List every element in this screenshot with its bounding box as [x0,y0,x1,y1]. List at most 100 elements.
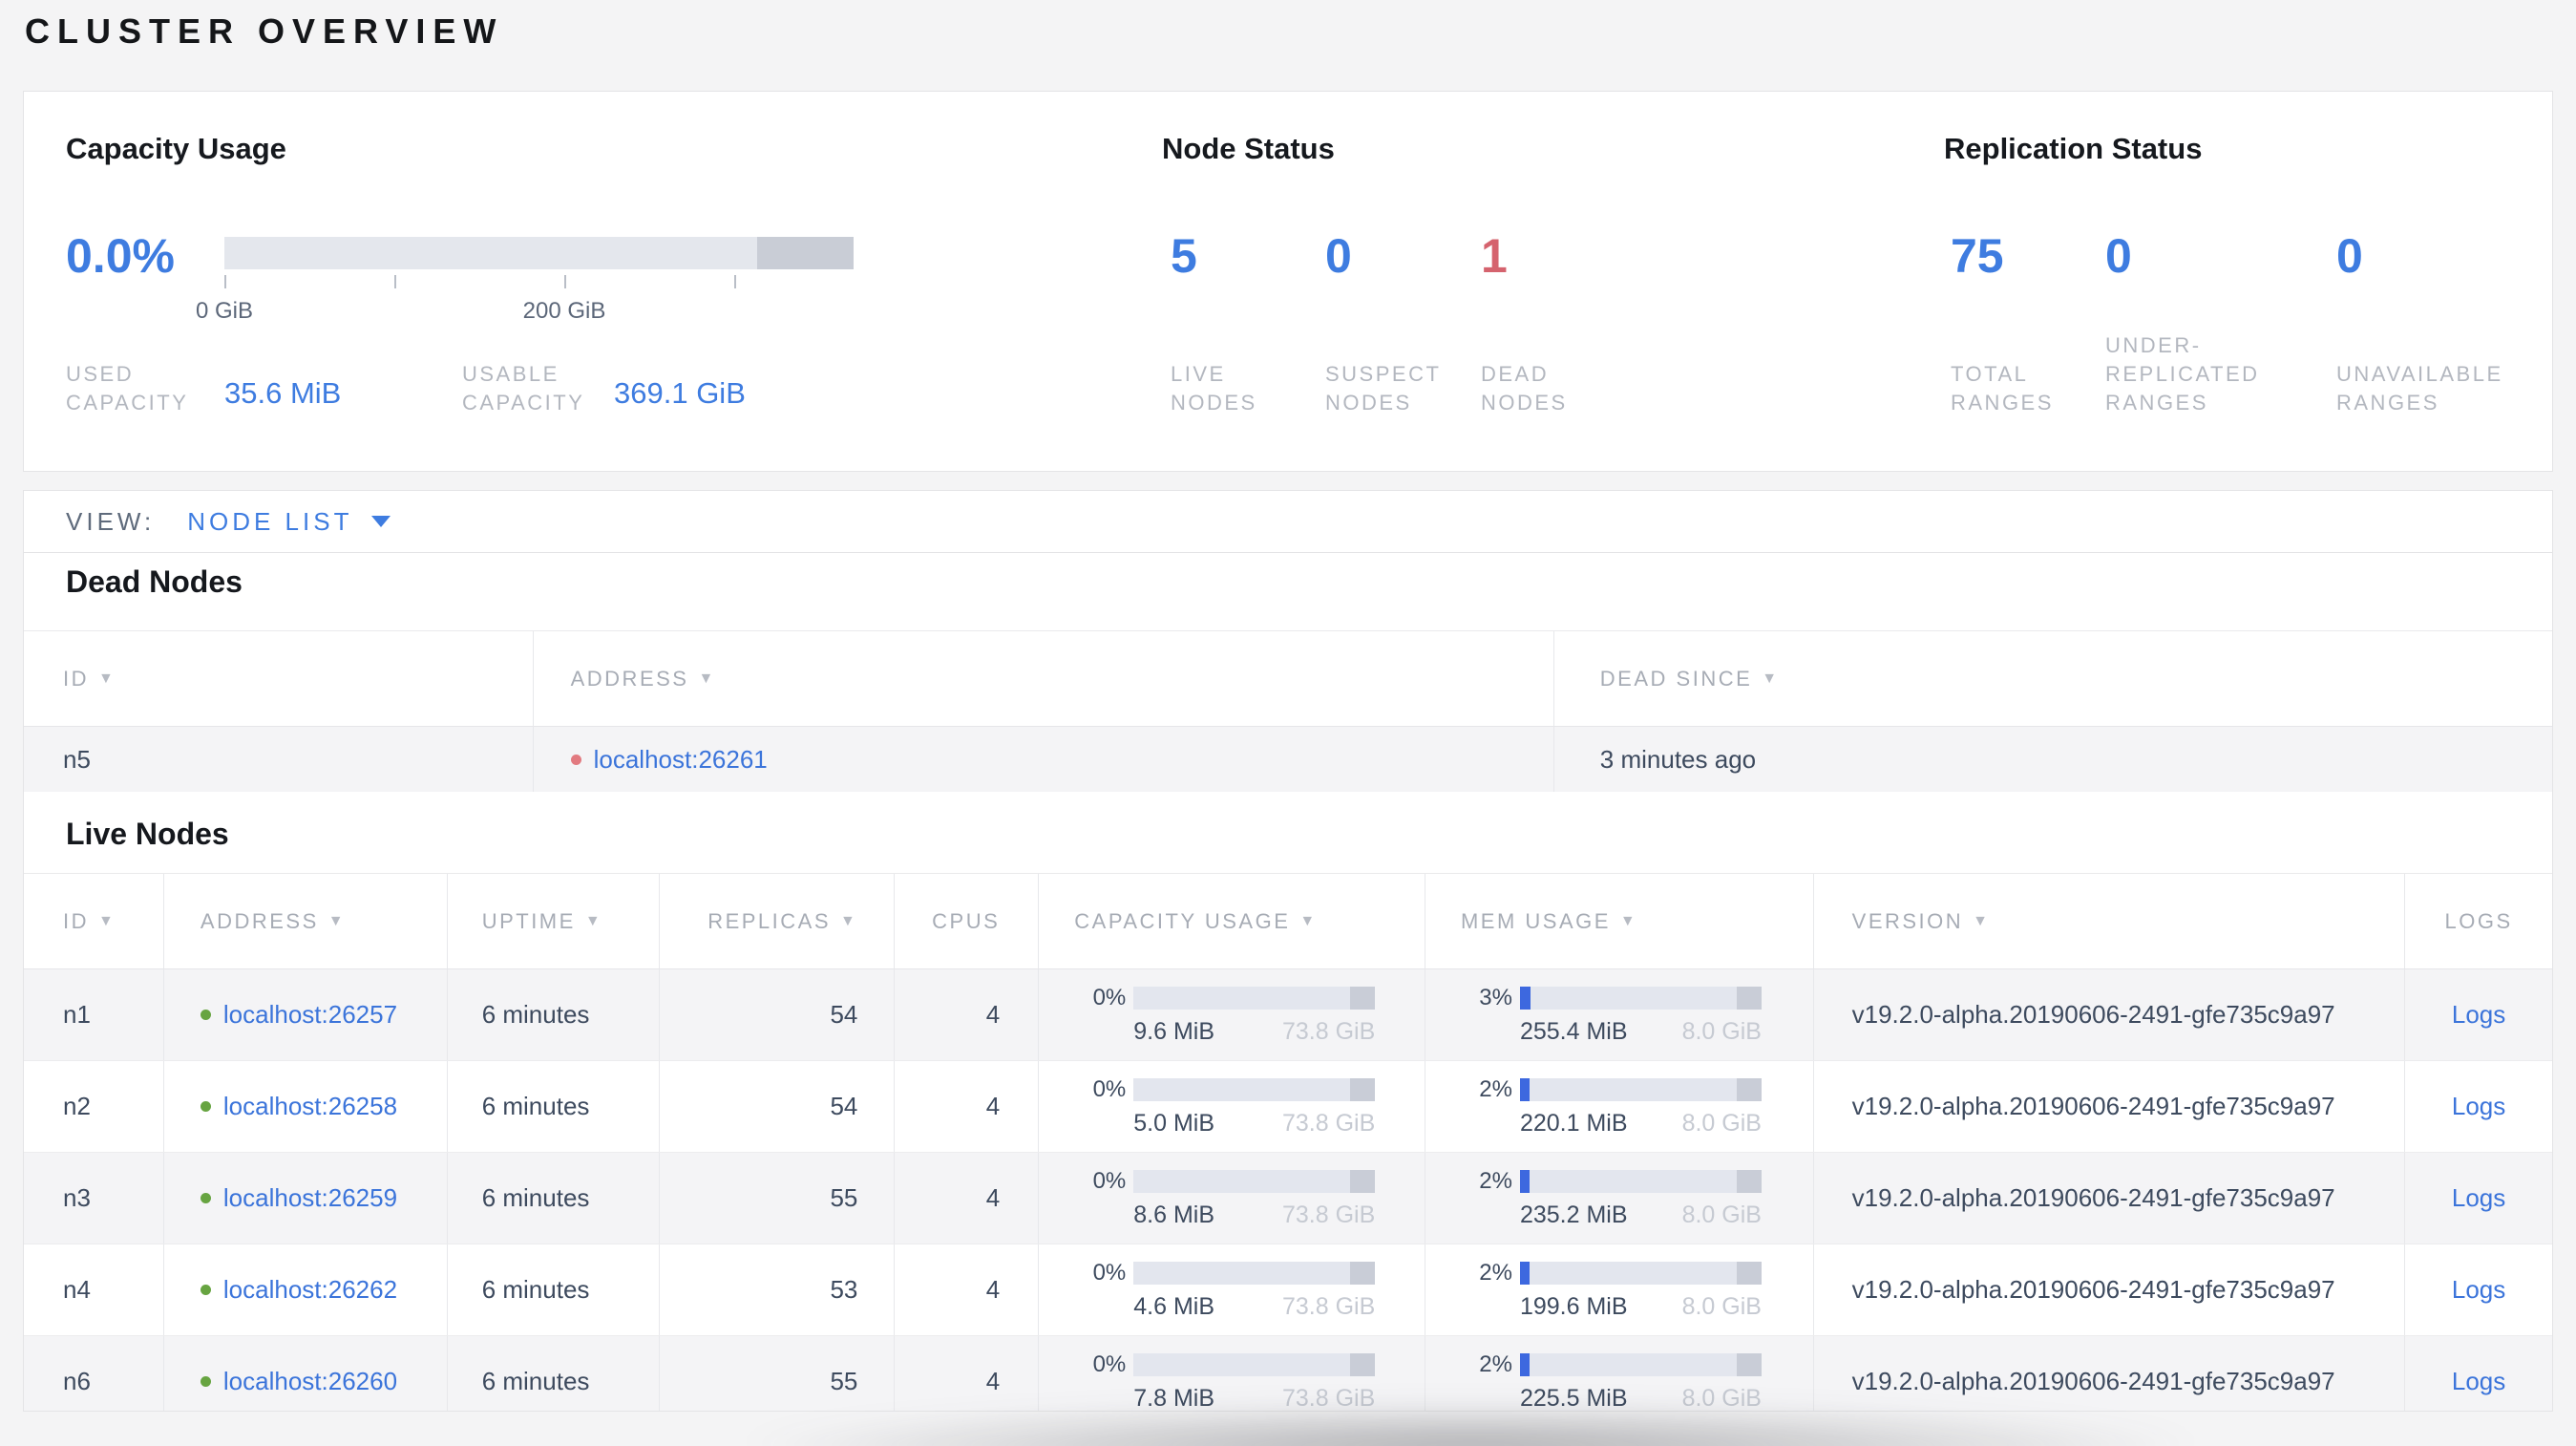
sort-arrow-icon: ▼ [327,912,347,929]
column-header-version[interactable]: VERSION ▼ [1814,874,2406,968]
node-mem-usage: 2% 220.1 MiB 8.0 GiB [1425,1061,1814,1152]
node-address-link[interactable]: localhost:26257 [223,1000,397,1030]
sort-arrow-icon: ▼ [1619,912,1638,929]
capacity-bar [1133,1352,1376,1376]
node-address-link[interactable]: localhost:26261 [594,745,768,775]
capacity-usage-title: Capacity Usage [66,132,286,165]
logs-link[interactable]: Logs [2452,1275,2505,1305]
mem-bar [1519,1261,1762,1285]
node-live-dot [200,1376,211,1387]
axis-tick [734,275,736,288]
sort-arrow-icon: ▼ [840,912,858,929]
view-label: VIEW: [66,506,156,536]
column-header-capacity-usage[interactable]: CAPACITY USAGE ▼ [1039,874,1425,968]
capacity-used: 9.6 MiB [1133,1017,1215,1045]
column-header-address[interactable]: ADDRESS ▼ [164,874,448,968]
mem-bar [1519,1077,1762,1101]
capacity-percent: 0% [1092,1259,1127,1286]
node-logs-cell: Logs [2405,1336,2552,1411]
view-bar: VIEW: NODE LIST [23,490,2553,553]
node-uptime: 6 minutes [448,1153,660,1244]
column-header-replicas[interactable]: REPLICAS ▼ [660,874,896,968]
capacity-used: 4.6 MiB [1133,1292,1215,1320]
node-logs-cell: Logs [2405,1061,2552,1152]
live-nodes-table: ID ▼ ADDRESS ▼ UPTIME ▼ REPLICAS ▼ CPUS [24,873,2552,1412]
node-address-cell: localhost:26260 [164,1336,448,1411]
dead-nodes-table-header: ID ▼ ADDRESS ▼ DEAD SINCE ▼ [24,631,2552,727]
node-capacity-usage: 0% 5.0 MiB 73.8 GiB [1039,1061,1425,1152]
chevron-down-icon [371,516,391,527]
under-replicated-count: 0 [2105,229,2132,283]
node-id: n1 [24,969,164,1060]
capacity-bar [1133,986,1376,1010]
capacity-bar [1133,1077,1376,1101]
capacity-total: 73.8 GiB [1281,1384,1376,1412]
live-nodes-label: LIVE NODES [1171,362,1257,415]
sort-arrow-icon: ▼ [1762,670,1780,687]
node-address-link[interactable]: localhost:26260 [223,1367,397,1396]
column-header-mem-usage[interactable]: MEM USAGE ▼ [1425,874,1814,968]
capacity-total: 73.8 GiB [1281,1017,1376,1045]
node-live-dot [200,1285,211,1295]
node-address-link[interactable]: localhost:26262 [223,1275,397,1305]
cluster-overview-page: CLUSTER OVERVIEW Capacity Usage 0.0% 0 G… [0,0,2576,1446]
node-replicas: 54 [660,1061,896,1152]
node-cpus: 4 [895,1244,1040,1335]
node-replicas: 55 [660,1153,896,1244]
node-id: n2 [24,1061,164,1152]
node-cpus: 4 [895,1336,1040,1411]
node-uptime: 6 minutes [448,1336,660,1411]
node-address-link[interactable]: localhost:26258 [223,1092,397,1121]
view-dropdown[interactable]: NODE LIST [187,507,391,537]
column-header-uptime[interactable]: UPTIME ▼ [448,874,660,968]
column-header-dead-since[interactable]: DEAD SINCE ▼ [1554,631,2552,726]
capacity-percent: 0% [1092,1167,1127,1194]
node-mem-usage: 2% 225.5 MiB 8.0 GiB [1425,1336,1814,1411]
sort-arrow-icon: ▼ [1973,912,1991,929]
table-row: n3 localhost:26259 6 minutes 55 4 0% 8.6… [24,1153,2552,1244]
suspect-nodes-count: 0 [1325,229,1352,283]
node-cpus: 4 [895,1061,1040,1152]
usable-capacity-value: 369.1 GiB [614,376,746,410]
logs-link[interactable]: Logs [2452,1183,2505,1213]
node-uptime: 6 minutes [448,969,660,1060]
node-cpus: 4 [895,969,1040,1060]
mem-total: 8.0 GiB [1681,1017,1762,1045]
page-title: CLUSTER OVERVIEW [25,11,504,51]
logs-link[interactable]: Logs [2452,1092,2505,1121]
total-ranges-count: 75 [1951,229,2004,283]
node-uptime: 6 minutes [448,1061,660,1152]
capacity-total: 73.8 GiB [1281,1109,1376,1137]
node-mem-usage: 2% 235.2 MiB 8.0 GiB [1425,1153,1814,1244]
node-logs-cell: Logs [2405,969,2552,1060]
node-logs-cell: Logs [2405,1153,2552,1244]
table-row: n6 localhost:26260 6 minutes 55 4 0% 7.8… [24,1336,2552,1412]
node-capacity-usage: 0% 7.8 MiB 73.8 GiB [1039,1336,1425,1412]
node-capacity-usage: 0% 4.6 MiB 73.8 GiB [1039,1244,1425,1335]
node-address-cell: localhost:26259 [164,1153,448,1244]
logs-link[interactable]: Logs [2452,1367,2505,1396]
mem-total: 8.0 GiB [1681,1109,1762,1137]
capacity-total: 73.8 GiB [1281,1201,1376,1228]
column-header-id[interactable]: ID ▼ [24,874,164,968]
capacity-used: 8.6 MiB [1133,1201,1215,1228]
column-header-id[interactable]: ID ▼ [24,631,534,726]
node-version: v19.2.0-alpha.20190606-2491-gfe735c9a97 [1814,1336,2406,1411]
mem-percent: 2% [1479,1350,1512,1377]
sort-arrow-icon: ▼ [1299,912,1318,929]
table-row: n4 localhost:26262 6 minutes 53 4 0% 4.6… [24,1244,2552,1336]
node-address-link[interactable]: localhost:26259 [223,1183,397,1213]
mem-total: 8.0 GiB [1681,1292,1762,1320]
node-capacity-usage: 0% 9.6 MiB 73.8 GiB [1039,969,1425,1060]
capacity-percent: 0% [1092,1350,1127,1377]
mem-percent: 2% [1479,1075,1512,1102]
mem-used: 199.6 MiB [1519,1292,1628,1320]
node-replicas: 55 [660,1336,896,1411]
mem-bar [1519,986,1762,1010]
used-capacity-value: 35.6 MiB [224,376,342,410]
column-header-address[interactable]: ADDRESS ▼ [534,631,1554,726]
node-version: v19.2.0-alpha.20190606-2491-gfe735c9a97 [1814,1061,2406,1152]
dead-since: 3 minutes ago [1599,744,1757,774]
logs-link[interactable]: Logs [2452,1000,2505,1030]
node-dead-dot [570,754,581,765]
